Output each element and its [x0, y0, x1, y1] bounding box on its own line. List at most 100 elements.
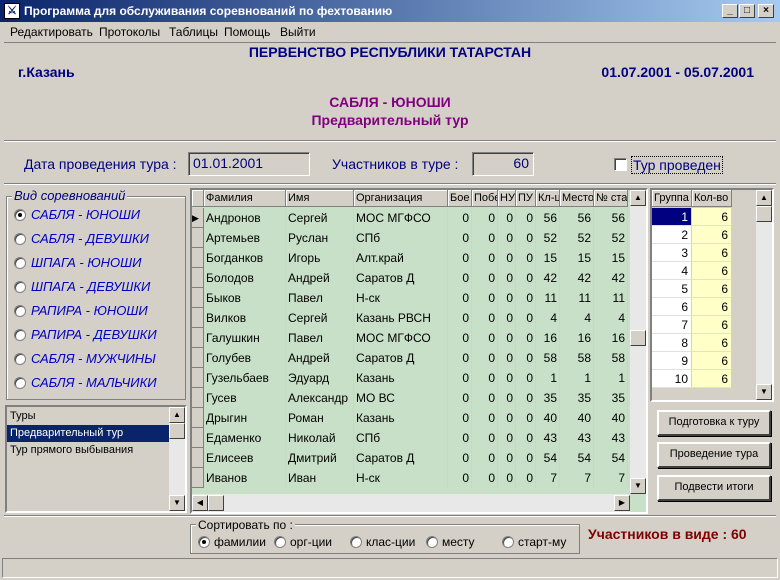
table-row[interactable]: Елисеев Дмитрий Саратов Д 0 0 0 0 54 54 54	[192, 448, 630, 468]
table-cell[interactable]: 0	[516, 268, 536, 288]
scroll-down-icon[interactable]: ▼	[169, 495, 185, 511]
table-cell[interactable]: 6	[692, 208, 732, 226]
table-row[interactable]: Быков Павел Н-ск 0 0 0 0 11 11 11	[192, 288, 630, 308]
table-cell[interactable]: 0	[448, 228, 472, 248]
column-header[interactable]: Организация	[354, 190, 448, 207]
table-cell[interactable]: 15	[560, 248, 594, 268]
table-row[interactable]: Иванов Иван Н-ск 0 0 0 0 7 7 7	[192, 468, 630, 488]
table-cell[interactable]: 0	[516, 448, 536, 468]
table-cell[interactable]: Андрей	[286, 268, 354, 288]
table-cell[interactable]: 0	[498, 288, 516, 308]
table-cell[interactable]: 40	[560, 408, 594, 428]
table-cell[interactable]: 6	[652, 298, 692, 316]
table-cell[interactable]: 35	[594, 388, 628, 408]
table-cell[interactable]: Гузельбаев	[204, 368, 286, 388]
table-cell[interactable]: 0	[498, 448, 516, 468]
table-cell[interactable]: 0	[498, 368, 516, 388]
table-cell[interactable]: 0	[498, 468, 516, 488]
row-indicator[interactable]	[192, 348, 204, 368]
table-cell[interactable]: 0	[516, 308, 536, 328]
tour-list-item[interactable]: Предварительный тур	[7, 425, 169, 442]
table-cell[interactable]: 0	[472, 428, 498, 448]
sport-option-label[interactable]: САБЛЯ - МУЖЧИНЫ	[31, 351, 156, 366]
row-indicator[interactable]	[192, 328, 204, 348]
table-row[interactable]: 96	[652, 352, 732, 370]
table-cell[interactable]: 56	[560, 208, 594, 228]
table-cell[interactable]: 0	[448, 288, 472, 308]
sport-radio[interactable]	[14, 305, 26, 317]
table-cell[interactable]: 0	[472, 328, 498, 348]
column-header[interactable]: Кл-ц	[536, 190, 560, 207]
row-indicator[interactable]	[192, 228, 204, 248]
table-cell[interactable]: 7	[560, 468, 594, 488]
table-cell[interactable]: 10	[652, 370, 692, 388]
table-cell[interactable]: Казань	[354, 408, 448, 428]
table-cell[interactable]: Павел	[286, 328, 354, 348]
column-header[interactable]: Фамилия	[204, 190, 286, 207]
table-row[interactable]: Голубев Андрей Саратов Д 0 0 0 0 58 58 58	[192, 348, 630, 368]
sport-radio[interactable]	[14, 209, 26, 221]
table-cell[interactable]: 5	[652, 280, 692, 298]
column-header[interactable]: Место	[560, 190, 594, 207]
sport-option-label[interactable]: РАПИРА - ДЕВУШКИ	[31, 327, 157, 342]
table-cell[interactable]: 0	[448, 408, 472, 428]
tour-date-field[interactable]: 01.01.2001	[188, 152, 310, 176]
groups-scrollbar[interactable]: ▲ ▼	[756, 190, 772, 400]
table-cell[interactable]: 0	[448, 388, 472, 408]
table-cell[interactable]: 6	[692, 262, 732, 280]
table-cell[interactable]: 0	[448, 208, 472, 228]
row-indicator[interactable]	[192, 468, 204, 488]
table-cell[interactable]: Александр	[286, 388, 354, 408]
sort-radio[interactable]	[198, 536, 210, 548]
table-cell[interactable]: 16	[536, 328, 560, 348]
table-cell[interactable]: 52	[560, 228, 594, 248]
sport-option-label[interactable]: САБЛЯ - ЮНОШИ	[31, 207, 140, 222]
table-cell[interactable]: 6	[692, 334, 732, 352]
table-cell[interactable]: 11	[536, 288, 560, 308]
sport-radio[interactable]	[14, 257, 26, 269]
table-cell[interactable]: 6	[692, 298, 732, 316]
table-cell[interactable]: 0	[498, 268, 516, 288]
table-cell[interactable]: 15	[536, 248, 560, 268]
table-row[interactable]: 36	[652, 244, 732, 262]
table-cell[interactable]: 0	[472, 248, 498, 268]
sort-option-label[interactable]: клас-ции	[366, 535, 415, 549]
table-row[interactable]: Галушкин Павел МОС МГФСО 0 0 0 0 16 16 16	[192, 328, 630, 348]
table-cell[interactable]: 0	[516, 408, 536, 428]
table-cell[interactable]: 35	[560, 388, 594, 408]
table-row[interactable]: Дрыгин Роман Казань 0 0 0 0 40 40 40	[192, 408, 630, 428]
table-hscroll[interactable]: ◀ ▶	[192, 494, 630, 512]
table-cell[interactable]: 0	[498, 428, 516, 448]
table-cell[interactable]: Гусев	[204, 388, 286, 408]
table-cell[interactable]: Саратов Д	[354, 448, 448, 468]
table-cell[interactable]: 3	[652, 244, 692, 262]
column-header[interactable]: Группа	[652, 190, 692, 207]
sort-option-label[interactable]: фамилии	[214, 535, 266, 549]
table-cell[interactable]: 7	[594, 468, 628, 488]
table-cell[interactable]: 11	[560, 288, 594, 308]
table-cell[interactable]: 15	[594, 248, 628, 268]
table-cell[interactable]: 6	[692, 280, 732, 298]
table-cell[interactable]: 0	[498, 248, 516, 268]
table-cell[interactable]: 0	[498, 308, 516, 328]
table-cell[interactable]: 35	[536, 388, 560, 408]
table-cell[interactable]: 0	[498, 328, 516, 348]
row-indicator[interactable]	[192, 448, 204, 468]
scroll-up-icon[interactable]: ▲	[630, 190, 646, 206]
table-cell[interactable]: 43	[560, 428, 594, 448]
scroll-thumb[interactable]	[756, 206, 772, 222]
table-cell[interactable]: Андронов	[204, 208, 286, 228]
round-done-label[interactable]: Тур проведен	[631, 156, 723, 174]
table-cell[interactable]: 42	[536, 268, 560, 288]
table-cell[interactable]: МО ВС	[354, 388, 448, 408]
table-cell[interactable]: Богданков	[204, 248, 286, 268]
table-cell[interactable]: МОС МГФСО	[354, 328, 448, 348]
tours-scrollbar[interactable]: ▲ ▼	[169, 407, 185, 511]
table-cell[interactable]: 0	[448, 308, 472, 328]
sport-radio[interactable]	[14, 377, 26, 389]
table-cell[interactable]: Саратов Д	[354, 348, 448, 368]
table-cell[interactable]: 11	[594, 288, 628, 308]
table-cell[interactable]: Вилков	[204, 308, 286, 328]
sport-option-label[interactable]: ШПАГА - ЮНОШИ	[31, 255, 141, 270]
column-header[interactable]: Побе	[472, 190, 498, 207]
